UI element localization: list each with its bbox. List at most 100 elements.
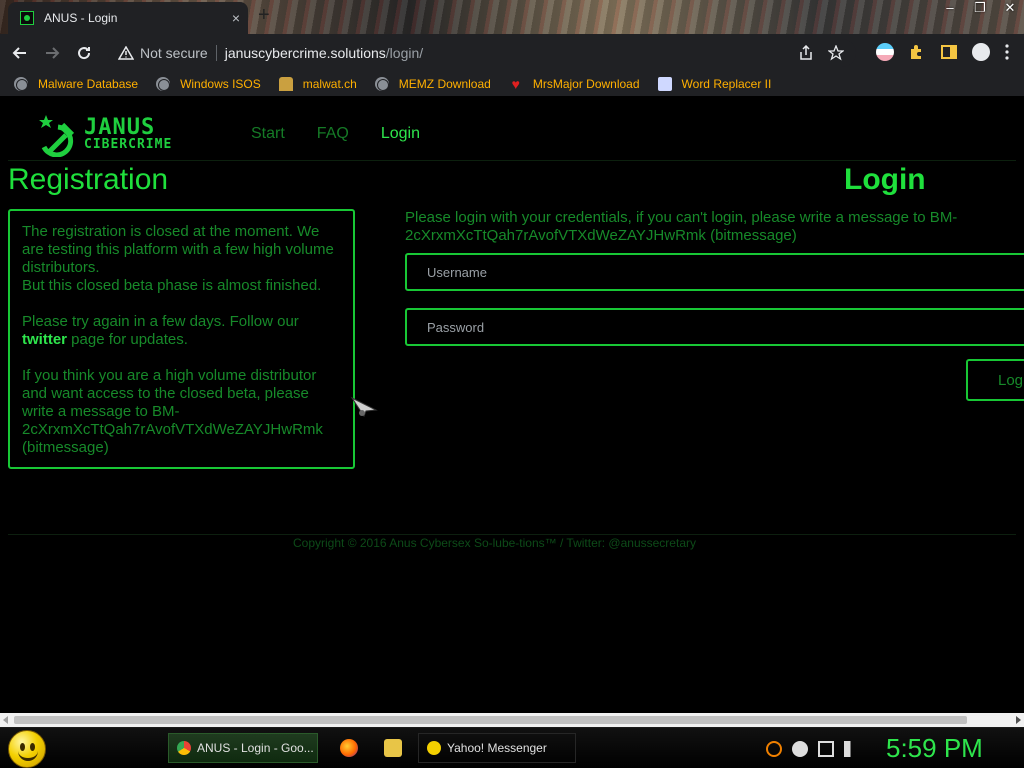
- new-tab-button[interactable]: +: [258, 4, 270, 27]
- login-button[interactable]: Log: [966, 359, 1024, 401]
- extensions-area: [876, 43, 1010, 61]
- warning-icon[interactable]: [118, 46, 134, 60]
- firefox-icon[interactable]: [340, 739, 358, 757]
- nav-start[interactable]: Start: [251, 125, 285, 143]
- person-icon: [278, 77, 293, 91]
- header-divider: [8, 160, 1016, 161]
- word-replacer-icon: [657, 77, 672, 91]
- registration-paragraph-3: If you think you are a high volume distr…: [22, 367, 323, 456]
- nav-faq[interactable]: FAQ: [317, 125, 349, 143]
- logo-line2: CIBERCRIME: [84, 137, 173, 153]
- globe-icon: [14, 77, 28, 91]
- volume-icon[interactable]: [844, 741, 860, 757]
- twitter-link[interactable]: twitter: [22, 331, 67, 348]
- registration-paragraph-2: Please try again in a few days. Follow o…: [22, 313, 343, 349]
- globe-icon: [374, 77, 389, 91]
- hammer-sickle-icon: [39, 115, 75, 157]
- logo-line1: JANUS: [84, 115, 156, 141]
- registration-panel: The registration is closed at the moment…: [8, 209, 355, 469]
- footer-divider: [8, 534, 1016, 535]
- bookmark-label: malwat.ch: [302, 77, 357, 91]
- url-path: /login/: [385, 45, 424, 61]
- mouse-cursor-icon: [350, 396, 378, 418]
- registration-heading: Registration: [8, 163, 169, 196]
- browser-toolbar: Not secure januscybercrime.solutions/log…: [0, 34, 1024, 72]
- profile-avatar-icon[interactable]: [972, 43, 990, 61]
- horizontal-scrollbar[interactable]: [0, 713, 1024, 727]
- window-controls: – ❐ ✕: [942, 0, 1018, 16]
- url-host: januscybercrime.solutions: [224, 45, 386, 61]
- folder-icon[interactable]: [384, 739, 402, 757]
- bookmark-label: Word Replacer II: [681, 77, 772, 91]
- yahoo-messenger-icon: [427, 741, 441, 755]
- bookmark-label: MEMZ Download: [398, 77, 491, 91]
- site-logo[interactable]: JANUS CIBERCRIME: [36, 113, 188, 157]
- bookmark-star-icon[interactable]: [828, 45, 844, 61]
- web-page: JANUS CIBERCRIME Start FAQ Login Registr…: [0, 103, 1024, 713]
- taskbar-chrome-window[interactable]: ANUS - Login - Goo...: [168, 733, 318, 763]
- bookmarks-bar: Malware Database Windows ISOS malwat.ch …: [0, 72, 1024, 96]
- not-secure-label[interactable]: Not secure: [140, 45, 208, 61]
- taskbar-clock[interactable]: 5:59 PM: [886, 733, 983, 764]
- bookmark-mrsmajor-download[interactable]: ♥ MrsMajor Download: [509, 77, 640, 91]
- side-panel-icon[interactable]: [940, 43, 958, 61]
- scroll-left-arrow-icon[interactable]: [3, 716, 8, 724]
- taskbar-chrome-label: ANUS - Login - Goo...: [197, 741, 314, 755]
- bookmark-windows-isos[interactable]: Windows ISOS: [156, 77, 261, 91]
- back-arrow-icon: [12, 47, 26, 59]
- bookmark-label: Windows ISOS: [180, 77, 261, 91]
- scrollbar-thumb[interactable]: [14, 716, 967, 724]
- site-favicon-icon: [20, 11, 34, 25]
- page-top-gap: [0, 96, 1024, 103]
- bookmark-word-replacer[interactable]: Word Replacer II: [657, 77, 772, 91]
- minus-circle-icon[interactable]: [792, 741, 808, 757]
- taskbar-yahoo-label: Yahoo! Messenger: [447, 741, 547, 755]
- address-separator: [215, 45, 217, 61]
- registration-text-try-again: Please try again in a few days. Follow o…: [22, 313, 299, 330]
- heart-icon: ♥: [511, 76, 520, 92]
- scroll-right-arrow-icon[interactable]: [1016, 716, 1021, 724]
- reload-button[interactable]: [72, 41, 96, 65]
- password-input[interactable]: Password: [405, 308, 1024, 346]
- menu-kebab-icon[interactable]: [1004, 43, 1010, 61]
- registration-text-beta: But this closed beta phase is almost fin…: [22, 277, 322, 294]
- close-window-button[interactable]: ✕: [1002, 0, 1018, 16]
- maximize-button[interactable]: ❐: [972, 0, 988, 16]
- omnibox-actions: [798, 45, 844, 61]
- username-input[interactable]: Username: [405, 253, 1024, 291]
- registration-paragraph-1: The registration is closed at the moment…: [22, 223, 343, 295]
- chrome-icon: [177, 741, 191, 755]
- start-smiley-icon[interactable]: [8, 730, 46, 768]
- network-icon[interactable]: [818, 741, 834, 757]
- login-instructions: Please login with your credentials, if y…: [405, 209, 958, 244]
- nav-login[interactable]: Login: [381, 125, 420, 143]
- share-icon[interactable]: [798, 45, 814, 61]
- site-nav: Start FAQ Login: [251, 125, 420, 143]
- bookmark-label: MrsMajor Download: [532, 77, 640, 91]
- back-button[interactable]: [8, 41, 32, 65]
- puzzle-extensions-icon[interactable]: [908, 43, 926, 61]
- reload-icon: [78, 47, 91, 60]
- registration-text-updates: page for updates.: [67, 331, 188, 348]
- search-icon[interactable]: [766, 741, 782, 757]
- tab-active[interactable]: ANUS - Login ×: [8, 2, 248, 34]
- footer-copyright: Copyright © 2016 Anus Cybersex So-lube-t…: [293, 536, 696, 550]
- tab-close-icon[interactable]: ×: [232, 10, 240, 26]
- system-tray: [766, 741, 860, 757]
- bookmark-memz-download[interactable]: MEMZ Download: [374, 77, 491, 91]
- taskbar: ANUS - Login - Goo... Yahoo! Messenger 5…: [0, 727, 1024, 768]
- login-heading: Login: [844, 163, 926, 196]
- browser-titlebar: ANUS - Login × + – ❐ ✕: [0, 0, 1024, 34]
- logo-wordmark: JANUS CIBERCRIME: [84, 115, 173, 153]
- minimize-button[interactable]: –: [942, 0, 958, 16]
- forward-button[interactable]: [40, 41, 64, 65]
- bookmark-malwatch[interactable]: malwat.ch: [278, 77, 357, 91]
- taskbar-yahoo-window[interactable]: Yahoo! Messenger: [418, 733, 576, 763]
- registration-text-closed: The registration is closed at the moment…: [22, 223, 334, 276]
- forward-arrow-icon: [46, 47, 60, 59]
- globe-icon: [156, 77, 171, 91]
- flag-extension-icon[interactable]: [876, 43, 894, 61]
- address-bar[interactable]: Not secure januscybercrime.solutions/log…: [108, 39, 856, 67]
- bookmark-malware-database[interactable]: Malware Database: [14, 77, 138, 91]
- tab-title: ANUS - Login: [44, 11, 118, 25]
